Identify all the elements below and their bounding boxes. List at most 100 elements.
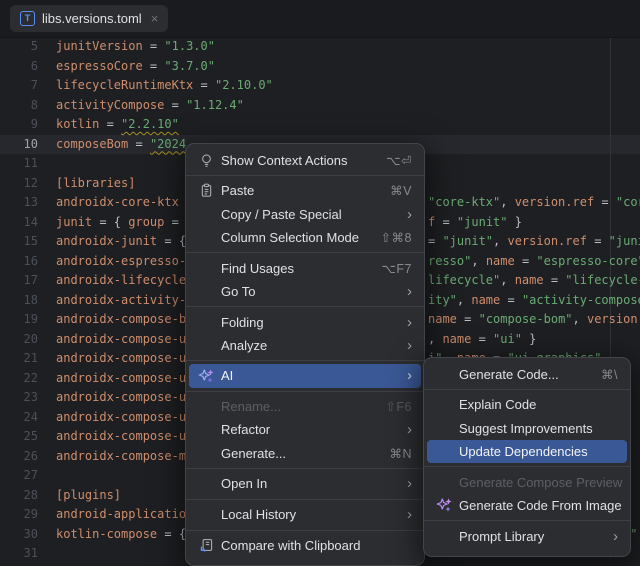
code-token: androidx-espresso- <box>56 254 186 268</box>
menu-item-label: Generate... <box>221 446 286 461</box>
line-number: 17 <box>0 271 38 291</box>
code-token: android-applicatio <box>56 507 186 521</box>
close-icon[interactable]: × <box>151 11 159 26</box>
code-line-5[interactable]: 5junitVersion = "1.3.0" <box>0 37 640 57</box>
code-text-right: name = "compose-bom", version.re <box>428 310 640 330</box>
menu-item-prompt-library[interactable]: Prompt Library› <box>424 524 630 547</box>
menu-item-label: Local History <box>221 507 296 522</box>
code-token: = <box>143 59 165 73</box>
line-number: 21 <box>0 349 38 369</box>
code-token: "compose-bom" <box>479 312 573 326</box>
code-token: "activity-compose" <box>522 293 640 307</box>
menu-item-generate[interactable]: Generate...⌘N <box>186 442 424 465</box>
menu-item-label: Explain Code <box>459 397 536 412</box>
menu-item-local-history[interactable]: Local History› <box>186 503 424 526</box>
line-number: 15 <box>0 232 38 252</box>
code-token: = <box>99 117 121 131</box>
menu-item-column-selection-mode[interactable]: Column Selection Mode⇧⌘8 <box>186 226 424 249</box>
code-token: , <box>500 195 514 209</box>
menu-item-analyze[interactable]: Analyze› <box>186 334 424 357</box>
code-text-right: f = "junit" } <box>428 213 522 233</box>
code-token: version.ref <box>507 234 586 248</box>
code-text-right: "core-ktx", version.ref = "core <box>428 193 640 213</box>
menu-item-go-to[interactable]: Go To› <box>186 280 424 303</box>
line-number: 14 <box>0 213 38 233</box>
code-token: androidx-compose-m <box>56 449 186 463</box>
line-number: 30 <box>0 525 38 545</box>
code-token: = <box>500 293 522 307</box>
tab-libs-versions-toml[interactable]: T libs.versions.toml × <box>10 5 168 32</box>
code-line-7[interactable]: 7lifecycleRuntimeKtx = "2.10.0" <box>0 76 640 96</box>
code-token: = <box>587 234 609 248</box>
menu-item-label: Generate Compose Preview <box>459 475 622 490</box>
line-number: 22 <box>0 369 38 389</box>
menu-item-explain-code[interactable]: Explain Code <box>424 393 630 416</box>
code-text: androidx-compose-m <box>56 447 186 467</box>
line-number: 13 <box>0 193 38 213</box>
code-text: androidx-compose-u <box>56 388 186 408</box>
line-number: 12 <box>0 174 38 194</box>
menu-item-label: Folding <box>221 315 264 330</box>
menu-item-show-context-actions[interactable]: Show Context Actions⌥⏎ <box>186 149 424 172</box>
menu-item-compare-with-clipboard[interactable]: Compare with Clipboard <box>186 534 424 557</box>
line-number: 11 <box>0 154 38 174</box>
menu-item-folding[interactable]: Folding› <box>186 310 424 333</box>
code-text: [plugins] <box>56 486 121 506</box>
menu-item-ai[interactable]: AI› <box>189 364 421 387</box>
code-line-9[interactable]: 9kotlin = "2.2.10" <box>0 115 640 135</box>
code-token: androidx-compose-b <box>56 312 186 326</box>
ai-sparkle-icon <box>198 368 214 384</box>
menu-item-label: AI <box>221 368 233 383</box>
icon-placeholder <box>436 443 452 459</box>
tab-title: libs.versions.toml <box>42 11 142 26</box>
menu-item-suggest-improvements[interactable]: Suggest Improvements <box>424 416 630 439</box>
line-number: 20 <box>0 330 38 350</box>
code-text: androidx-compose-u <box>56 349 186 369</box>
code-token: "junit" <box>457 215 508 229</box>
menu-item-generate-code-from-image[interactable]: Generate Code From Image <box>424 494 630 517</box>
code-token: name <box>486 254 515 268</box>
menu-item-paste[interactable]: Paste⌘V <box>186 179 424 202</box>
code-token: = <box>457 312 479 326</box>
menu-item-update-dependencies[interactable]: Update Dependencies <box>427 440 627 463</box>
icon-placeholder <box>436 474 452 490</box>
code-token: "1.12.4" <box>186 98 244 112</box>
line-number: 24 <box>0 408 38 428</box>
code-token: espressoCore <box>56 59 143 73</box>
menu-item-find-usages[interactable]: Find Usages⌥F7 <box>186 256 424 279</box>
submenu-arrow-icon: › <box>407 284 412 299</box>
code-token: = <box>193 78 215 92</box>
menu-item-shortcut: ⌘\ <box>601 367 618 382</box>
code-token: [plugins] <box>56 488 121 502</box>
menu-separator <box>186 530 424 531</box>
code-text-right: , name = "ui" } <box>428 330 536 350</box>
editor-context-menu: Show Context Actions⌥⏎Paste⌘VCopy / Past… <box>185 143 425 566</box>
code-token: = <box>471 332 493 346</box>
menu-item-label: Column Selection Mode <box>221 230 359 245</box>
code-token: , <box>471 254 485 268</box>
submenu-arrow-icon: › <box>407 476 412 491</box>
code-token: version.re <box>587 312 640 326</box>
menu-item-label: Copy / Paste Special <box>221 207 342 222</box>
code-token: androidx-compose-u <box>56 410 186 424</box>
menu-item-generate-code[interactable]: Generate Code...⌘\ <box>424 363 630 386</box>
code-text: androidx-compose-u <box>56 369 186 389</box>
code-text: kotlin-compose = { <box>56 525 186 545</box>
code-text: androidx-compose-b <box>56 310 186 330</box>
code-line-6[interactable]: 6espressoCore = "3.7.0" <box>0 57 640 77</box>
line-number: 7 <box>0 76 38 96</box>
menu-item-copy-paste-special[interactable]: Copy / Paste Special › <box>186 202 424 225</box>
menu-separator <box>424 520 630 521</box>
submenu-arrow-icon: › <box>407 207 412 222</box>
menu-item-open-in[interactable]: Open In› <box>186 472 424 495</box>
menu-item-label: Refactor <box>221 422 270 437</box>
icon-placeholder <box>436 366 452 382</box>
line-number: 18 <box>0 291 38 311</box>
toml-file-icon: T <box>20 11 35 26</box>
code-token: = { <box>92 215 128 229</box>
menu-item-refactor[interactable]: Refactor› <box>186 418 424 441</box>
menu-item-label: Compare with Clipboard <box>221 538 360 553</box>
editor-tab-bar: T libs.versions.toml × <box>0 0 640 38</box>
code-token: junitVersion <box>56 39 143 53</box>
code-line-8[interactable]: 8activityCompose = "1.12.4" <box>0 96 640 116</box>
